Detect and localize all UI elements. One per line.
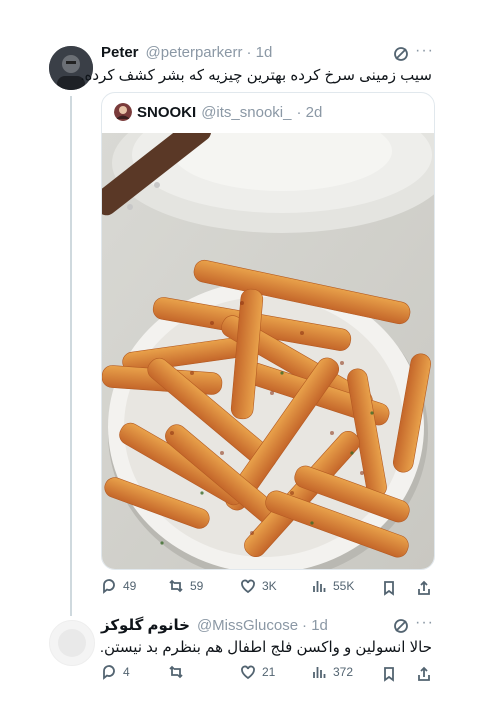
retweet-icon xyxy=(169,579,183,593)
tweet-text: سیب زمینی سرخ کرده بهترین چیزیه که بشر ک… xyxy=(80,67,432,84)
reply-header: خانوم گلوکز @MissGlucose · 1d xyxy=(101,616,328,634)
tweet-time[interactable]: · 1d xyxy=(246,44,272,61)
reply-reply-count: 4 xyxy=(123,665,130,679)
reply-avatar[interactable] xyxy=(49,620,95,666)
quote-photo[interactable] xyxy=(102,133,434,569)
reply-reply-button[interactable]: 4 xyxy=(101,664,130,680)
reply-like-button[interactable]: 21 xyxy=(240,664,275,680)
heart-icon xyxy=(241,579,255,594)
reply-more-options-icon[interactable]: ··· xyxy=(415,614,434,632)
reply-retweet-button[interactable] xyxy=(168,664,190,680)
views-icon xyxy=(313,667,326,678)
reply-views-button[interactable]: 372 xyxy=(311,664,353,680)
share-icon xyxy=(418,580,430,595)
reply-avatar-image xyxy=(50,621,94,665)
author-name[interactable]: Peter xyxy=(101,44,139,61)
reply-button[interactable]: 49 xyxy=(101,578,136,594)
reply-count: 49 xyxy=(123,579,137,593)
share-button[interactable] xyxy=(416,580,432,601)
bookmark-button[interactable] xyxy=(381,580,397,601)
author-handle[interactable]: @peterparkerr xyxy=(146,44,243,61)
reply-bookmark-button[interactable] xyxy=(381,666,397,687)
more-options-icon[interactable]: ··· xyxy=(415,42,434,60)
reply-like-count: 21 xyxy=(262,665,276,679)
quote-author-handle: @its_snooki_ xyxy=(201,103,292,121)
reply-share-button[interactable] xyxy=(416,666,432,687)
quote-time: · 2d xyxy=(296,103,323,121)
bookmark-icon xyxy=(384,581,394,596)
like-count: 3K xyxy=(262,579,277,593)
views-button[interactable]: 55K xyxy=(311,578,354,594)
reply-grok-icon[interactable] xyxy=(393,618,409,639)
thread-line xyxy=(70,96,72,616)
reply-views-count: 372 xyxy=(333,665,354,679)
reply-time[interactable]: · 1d xyxy=(302,617,328,634)
reply-author-name[interactable]: خانوم گلوکز xyxy=(101,616,190,634)
grok-icon[interactable] xyxy=(393,46,409,67)
heart-icon xyxy=(241,665,255,680)
reply-text: حالا انسولین و واکسن فلج اطفال هم بنظرم … xyxy=(99,639,432,656)
quoted-tweet-card[interactable]: SNOOKI @its_snooki_ · 2d xyxy=(101,92,435,570)
reply-icon xyxy=(103,579,115,594)
bookmark-icon xyxy=(384,667,394,682)
tweet-header: Peter @peterparkerr · 1d xyxy=(101,44,272,61)
share-icon xyxy=(418,666,430,681)
retweet-count: 59 xyxy=(190,579,204,593)
like-button[interactable]: 3K xyxy=(240,578,277,594)
views-count: 55K xyxy=(333,579,355,593)
quote-header: SNOOKI @its_snooki_ · 2d xyxy=(114,103,322,121)
views-icon xyxy=(313,581,326,592)
reply-author-handle[interactable]: @MissGlucose xyxy=(197,617,298,634)
retweet-button[interactable]: 59 xyxy=(168,578,203,594)
quote-avatar xyxy=(114,103,132,121)
retweet-icon xyxy=(169,665,183,679)
reply-icon xyxy=(103,665,115,680)
quote-author-name: SNOOKI xyxy=(137,103,197,121)
